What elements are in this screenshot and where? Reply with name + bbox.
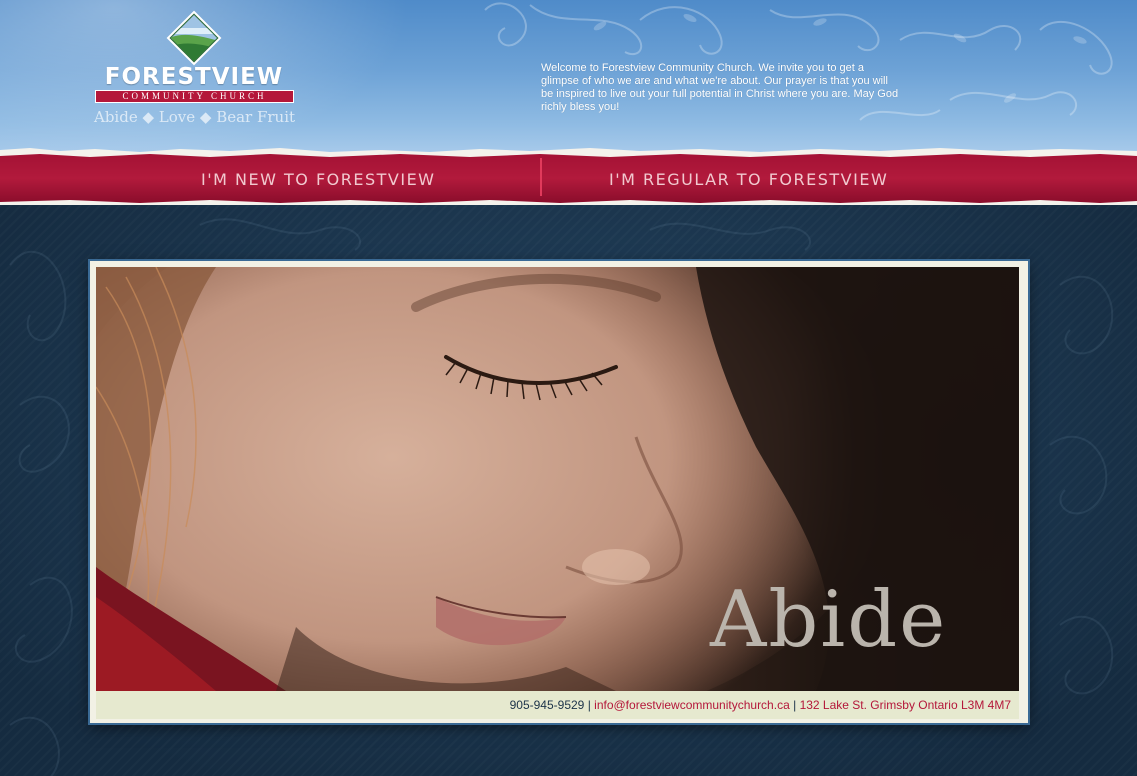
page-header: FORESTVIEW COMMUNITY CHURCH Abide ◆ Love… bbox=[0, 0, 1137, 155]
church-subtitle: COMMUNITY CHURCH bbox=[95, 90, 294, 103]
contact-address: 132 Lake St. Grimsby Ontario L3M 4M7 bbox=[799, 698, 1011, 712]
contact-info: 905-945-9529 | info@forestviewcommunityc… bbox=[510, 698, 1011, 712]
church-logo[interactable]: FORESTVIEW COMMUNITY CHURCH Abide ◆ Love… bbox=[94, 10, 296, 130]
hero-frame: Abide 905-945-9529 | info@forestviewcomm… bbox=[90, 261, 1028, 723]
contact-bar: 905-945-9529 | info@forestviewcommunityc… bbox=[96, 691, 1019, 719]
contact-phone: 905-945-9529 bbox=[509, 698, 585, 712]
contact-separator: | bbox=[587, 698, 591, 712]
church-tagline: Abide ◆ Love ◆ Bear Fruit bbox=[94, 108, 296, 126]
main-nav: I'M NEW TO FORESTVIEW I'M REGULAR TO FOR… bbox=[0, 148, 1137, 210]
welcome-message: Welcome to Forestview Community Church. … bbox=[541, 62, 899, 113]
nav-divider bbox=[540, 158, 542, 196]
contact-email-link[interactable]: info@forestviewcommunitychurch.ca bbox=[594, 698, 790, 712]
church-name: FORESTVIEW bbox=[104, 64, 284, 90]
hero-image: Abide bbox=[96, 267, 1019, 691]
nav-new-to-forestview[interactable]: I'M NEW TO FORESTVIEW bbox=[201, 170, 436, 189]
nav-regular-to-forestview[interactable]: I'M REGULAR TO FORESTVIEW bbox=[609, 170, 888, 189]
nav-torn-paper-band bbox=[0, 148, 1137, 210]
forestview-logo-icon bbox=[166, 10, 222, 66]
hero-overlay-text: Abide bbox=[710, 575, 948, 665]
contact-separator: | bbox=[793, 698, 797, 712]
